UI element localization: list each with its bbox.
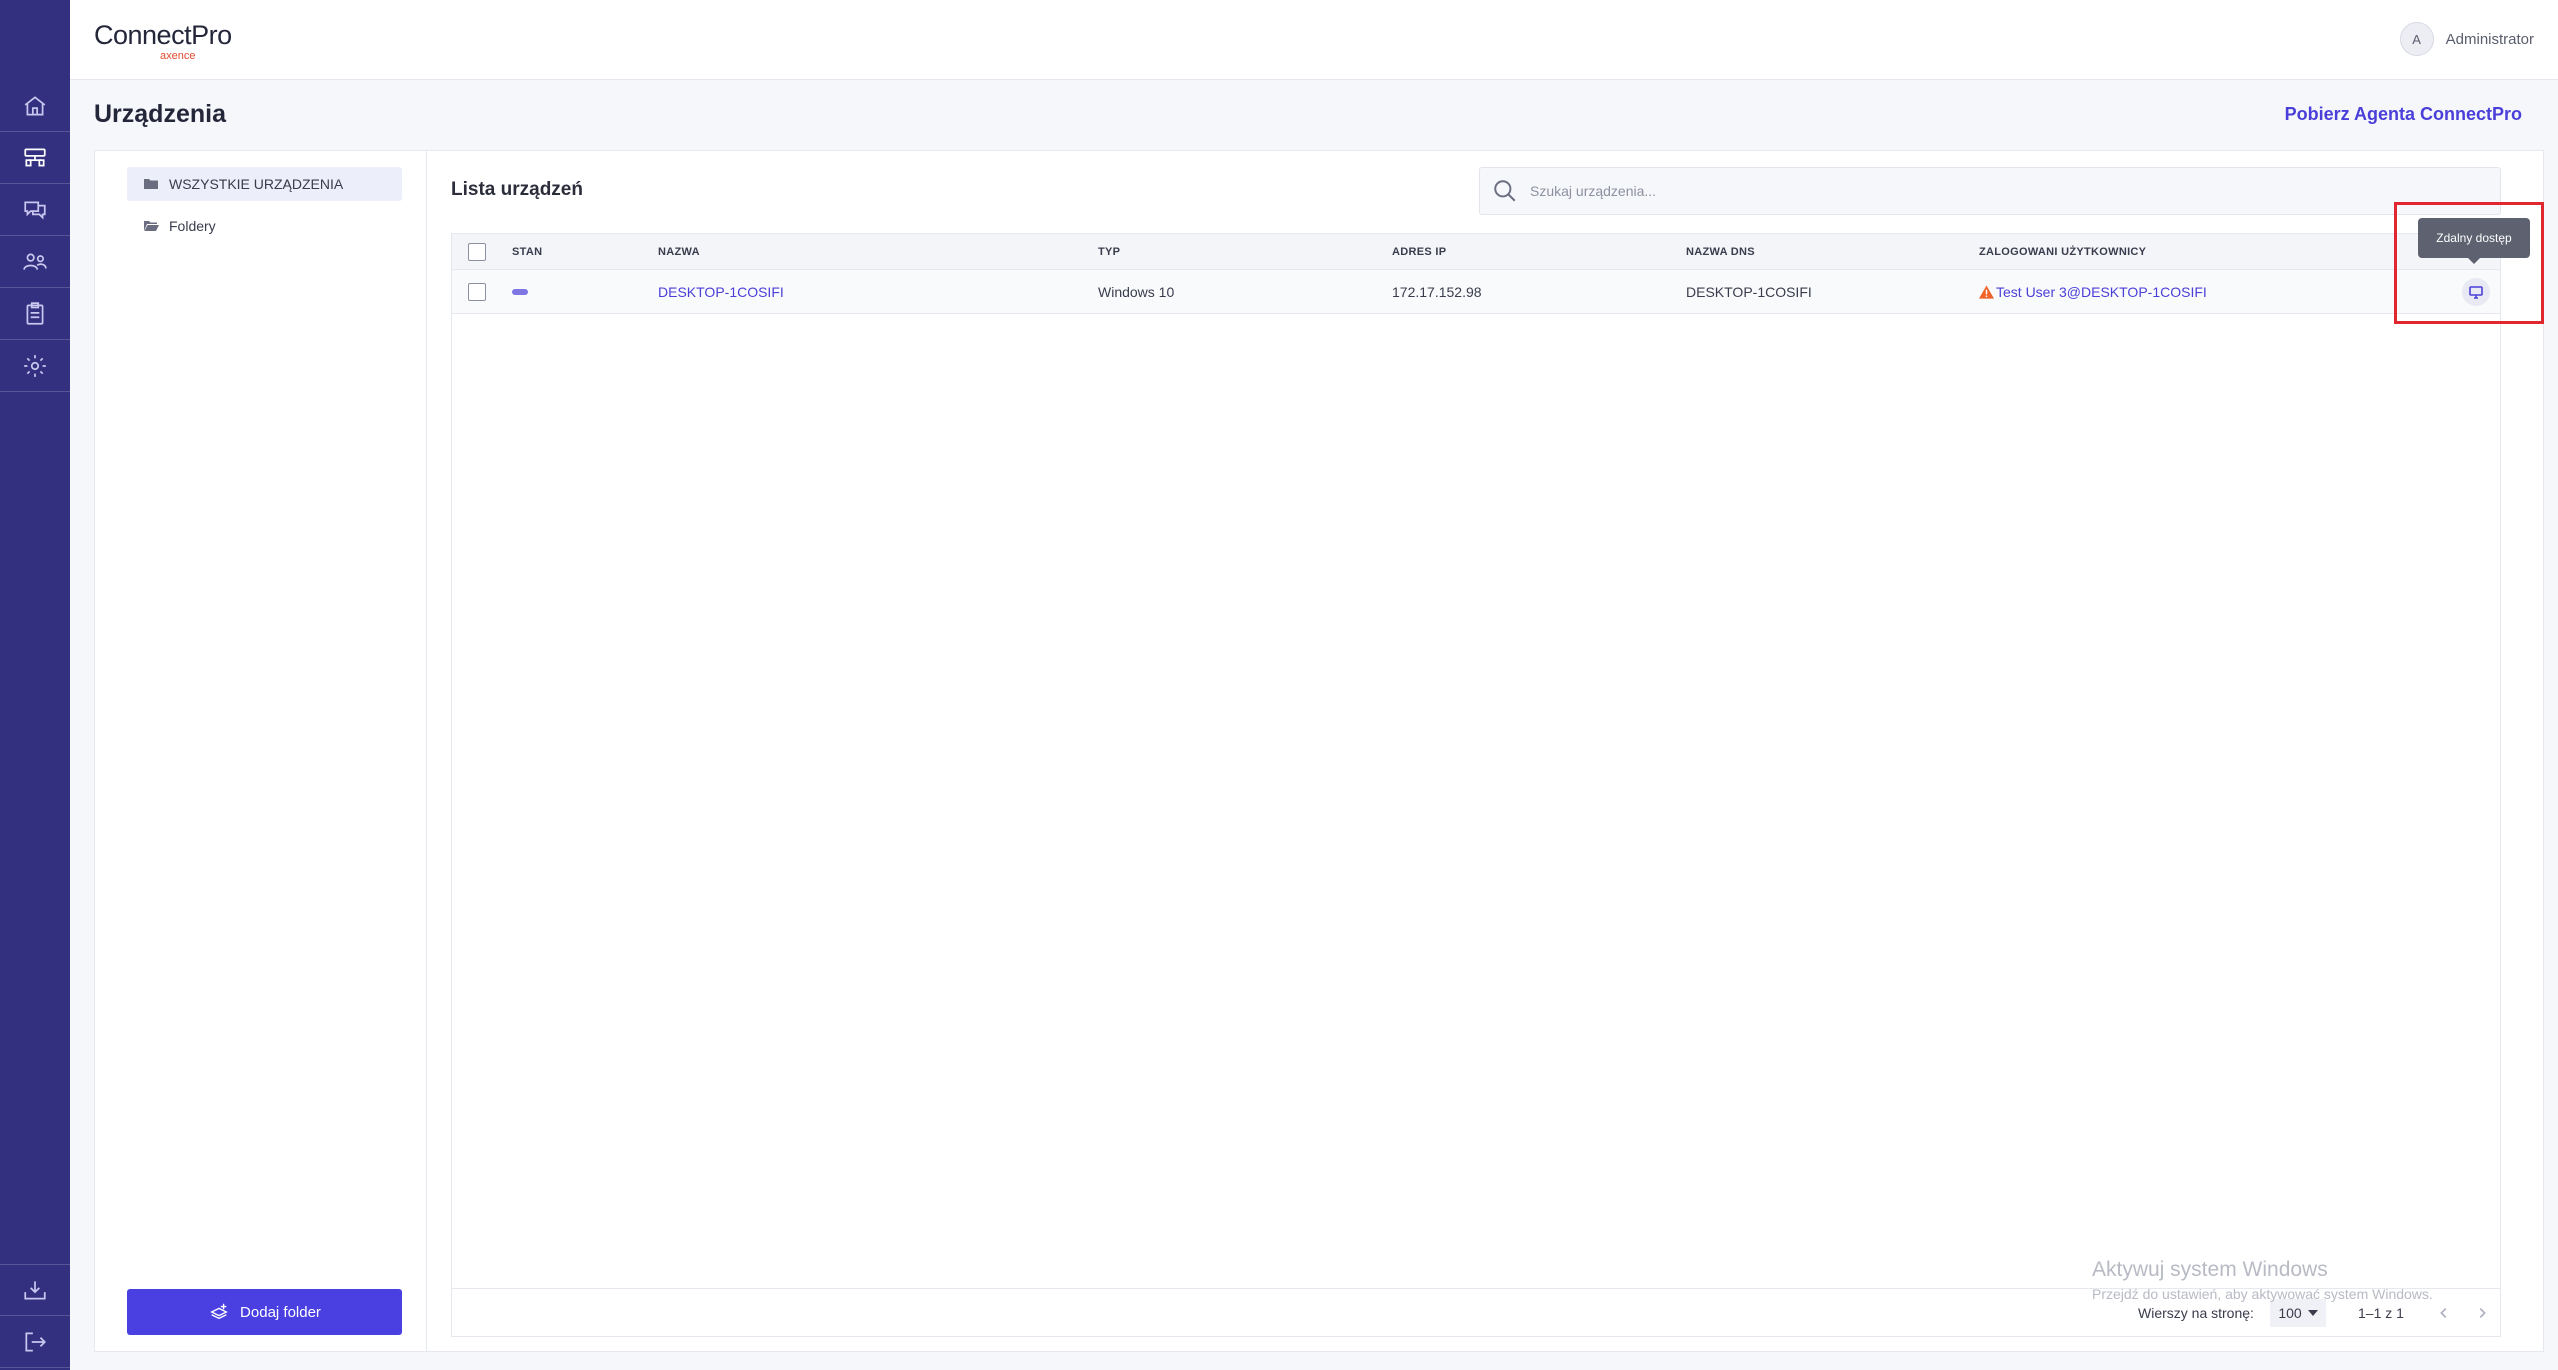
topbar: ConnectPro axence A Administrator [70,0,2558,80]
home-icon [24,95,46,116]
monitor-icon [2469,286,2483,299]
rows-per-page-value: 100 [2278,1305,2302,1321]
tree-item-label: Foldery [169,218,216,234]
rows-per-page-select[interactable]: 100 [2270,1299,2326,1327]
folder-add-icon [210,1303,228,1320]
chevron-left-icon [2440,1308,2447,1318]
device-type: Windows 10 [1098,284,1175,300]
download-icon [24,1281,46,1300]
pagination-range: 1–1 z 1 [2358,1305,2404,1321]
logged-user-link[interactable]: Test User 3@DESKTOP-1COSIFI [1979,284,2207,300]
watermark-title: Aktywuj system Windows [2092,1258,2328,1281]
page-title: Urządzenia [94,100,226,128]
device-list: Lista urządzeń STAN NAZWA TYP ADRES IP N… [451,151,2501,1351]
device-name-link[interactable]: DESKTOP-1COSIFI [658,284,784,300]
clipboard-icon [26,301,44,325]
column-type[interactable]: TYP [1098,246,1120,258]
nav-devices[interactable] [0,132,70,184]
rows-per-page-label: Wierszy na stronę: [2138,1305,2254,1321]
remote-access-tooltip: Zdalny dostęp [2418,218,2530,264]
nav-download[interactable] [0,1264,70,1316]
logout-icon [25,1331,46,1352]
devices-icon [24,147,46,166]
table-row[interactable]: DESKTOP-1COSIFI Windows 10 172.17.152.98… [452,270,2500,314]
warning-icon [1979,285,1994,299]
logged-user-label: Test User 3@DESKTOP-1COSIFI [1996,284,2207,300]
nav-settings[interactable] [0,340,70,392]
caret-down-icon [2307,1310,2318,1316]
status-indicator [512,289,528,295]
nav-rail [0,0,70,1370]
nav-chat[interactable] [0,184,70,236]
add-folder-button[interactable]: Dodaj folder [127,1289,402,1335]
folder-tree: WSZYSTKIE URZĄDZENIA Foldery Dodaj folde… [95,151,427,1351]
column-name[interactable]: NAZWA [658,246,700,258]
prev-page-button[interactable] [2432,1301,2456,1325]
users-icon [23,253,47,270]
list-title: Lista urządzeń [451,179,583,200]
folder-open-icon [144,221,159,231]
table-header: STAN NAZWA TYP ADRES IP NAZWA DNS ZALOGO… [452,234,2500,270]
user-name: Administrator [2445,30,2534,48]
nav-users[interactable] [0,236,70,288]
folder-icon [144,179,158,189]
watermark-subtitle: Przejdź do ustawień, aby aktywować syste… [2092,1286,2433,1302]
select-all-checkbox[interactable] [468,243,486,261]
column-status[interactable]: STAN [512,246,542,258]
logo-sub: axence [160,50,196,62]
tree-item-folders[interactable]: Foldery [127,209,402,243]
nav-logout[interactable] [0,1316,70,1368]
column-dns[interactable]: NAZWA DNS [1686,246,1755,258]
user-menu[interactable]: A Administrator [2399,22,2534,56]
logo-main: ConnectPro [94,20,232,50]
chevron-right-icon [2479,1308,2486,1318]
tree-item-all-devices[interactable]: WSZYSTKIE URZĄDZENIA [127,167,402,201]
nav-home[interactable] [0,80,70,132]
avatar: A [2399,22,2434,56]
remote-access-button[interactable] [2462,278,2490,306]
column-logged-users[interactable]: ZALOGOWANI UŻYTKOWNICY [1979,246,2146,258]
nav-reports[interactable] [0,288,70,340]
next-page-button[interactable] [2470,1301,2494,1325]
device-ip: 172.17.152.98 [1392,284,1482,300]
search-box[interactable] [1479,167,2501,215]
download-agent-link[interactable]: Pobierz Agenta ConnectPro [2285,104,2522,125]
logo[interactable]: ConnectPro axence [94,20,232,62]
tree-item-label: WSZYSTKIE URZĄDZENIA [169,176,344,192]
content-panel: WSZYSTKIE URZĄDZENIA Foldery Dodaj folde… [94,150,2544,1352]
chat-icon [24,201,46,220]
row-checkbox[interactable] [468,283,486,301]
windows-watermark: Aktywuj system Windows Przejdź do ustawi… [2092,1258,2433,1302]
gear-icon [24,354,46,377]
search-icon [1494,180,1516,202]
device-table: STAN NAZWA TYP ADRES IP NAZWA DNS ZALOGO… [451,233,2501,1337]
device-dns: DESKTOP-1COSIFI [1686,284,1812,300]
column-ip[interactable]: ADRES IP [1392,246,1446,258]
add-folder-label: Dodaj folder [240,1303,321,1321]
search-input[interactable] [1530,183,2430,199]
